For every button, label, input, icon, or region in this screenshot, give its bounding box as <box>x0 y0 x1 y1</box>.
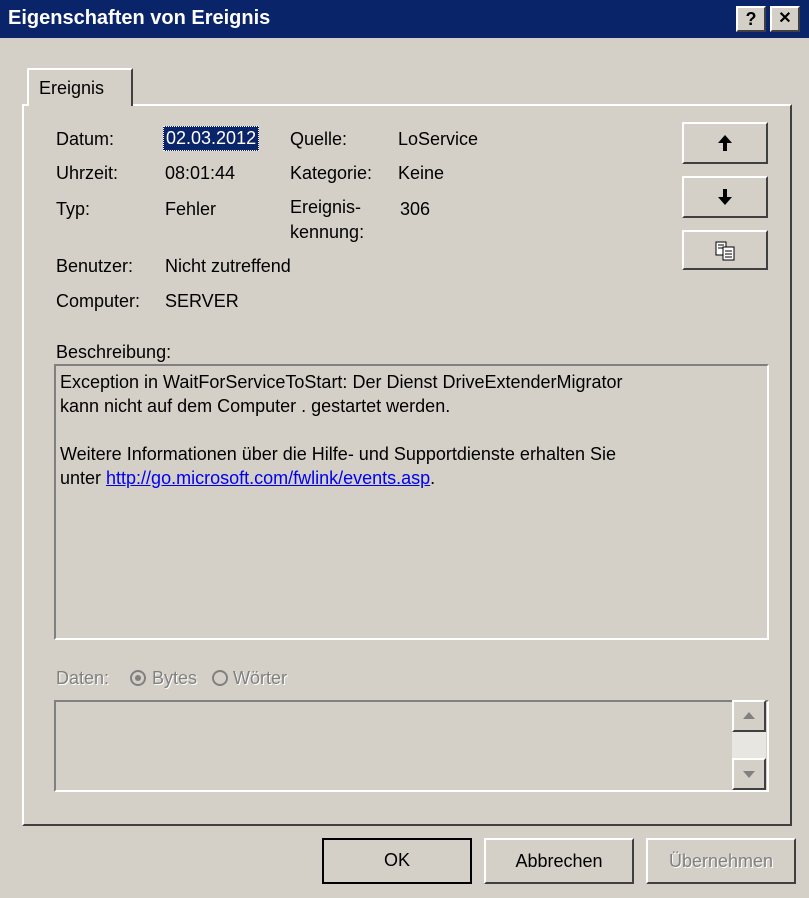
copy-icon <box>715 241 735 261</box>
words-radio[interactable] <box>212 670 228 686</box>
arrow-up-icon <box>718 135 732 151</box>
uhrzeit-value[interactable]: 08:01:44 <box>165 163 235 184</box>
typ-value[interactable]: Fehler <box>165 199 216 220</box>
bytes-label: Bytes <box>152 668 198 688</box>
scroll-up-icon <box>743 712 755 719</box>
scroll-down-icon <box>743 771 755 778</box>
description-line-4: unter http://go.microsoft.com/fwlink/eve… <box>60 466 763 490</box>
previous-event-button[interactable] <box>682 122 768 164</box>
close-icon: ✕ <box>778 10 792 27</box>
computer-label: Computer: <box>56 291 141 311</box>
apply-button[interactable]: Übernehmen <box>646 838 796 884</box>
scroll-up-button[interactable] <box>732 700 766 732</box>
next-event-button[interactable] <box>682 176 768 218</box>
beschreibung-label: Beschreibung: <box>56 342 172 362</box>
description-text[interactable]: Exception in WaitForServiceToStart: Der … <box>54 364 769 640</box>
quelle-label: Quelle: <box>290 129 348 149</box>
kategorie-label: Kategorie: <box>290 163 373 183</box>
daten-label: Daten: <box>56 668 110 688</box>
ereigniskennung-label-line2: kennung: <box>290 222 365 242</box>
ok-button[interactable]: OK <box>322 838 472 884</box>
description-line-3: Weitere Informationen über die Hilfe- un… <box>60 444 616 464</box>
ereigniskennung-value[interactable]: 306 <box>400 199 430 220</box>
datum-label: Datum: <box>56 129 115 149</box>
description-line-4-prefix: unter <box>60 468 107 488</box>
words-label: Wörter <box>233 668 287 688</box>
benutzer-value[interactable]: Nicht zutreffend <box>165 256 291 277</box>
typ-label: Typ: <box>56 199 91 219</box>
kategorie-value[interactable]: Keine <box>398 163 444 184</box>
bytes-radio[interactable] <box>130 670 146 686</box>
cancel-button[interactable]: Abbrechen <box>484 838 634 884</box>
vertical-scrollbar[interactable] <box>732 700 766 790</box>
computer-value[interactable]: SERVER <box>165 291 239 312</box>
quelle-value[interactable]: LoService <box>398 129 478 150</box>
close-button[interactable]: ✕ <box>770 6 800 32</box>
datum-value[interactable]: 02.03.2012 <box>163 126 260 151</box>
copy-button[interactable] <box>682 230 768 270</box>
description-line-1: Exception in WaitForServiceToStart: Der … <box>60 372 623 392</box>
arrow-down-icon <box>718 189 732 205</box>
description-line-4-suffix: . <box>430 468 436 488</box>
radio-selected-dot <box>135 675 141 681</box>
events-help-link[interactable]: http://go.microsoft.com/fwlink/events.as… <box>106 468 430 488</box>
window-title: Eigenschaften von Ereignis <box>8 7 271 29</box>
description-line-2: kann nicht auf dem Computer . gestartet … <box>60 396 451 416</box>
tab-ereignis-label: Ereignis <box>39 78 105 98</box>
data-box[interactable] <box>54 700 769 792</box>
scroll-down-button[interactable] <box>732 758 766 790</box>
ereigniskennung-label-line1: Ereignis- <box>290 197 362 217</box>
benutzer-label: Benutzer: <box>56 256 134 276</box>
uhrzeit-label: Uhrzeit: <box>56 163 119 183</box>
help-button[interactable]: ? <box>736 6 766 32</box>
